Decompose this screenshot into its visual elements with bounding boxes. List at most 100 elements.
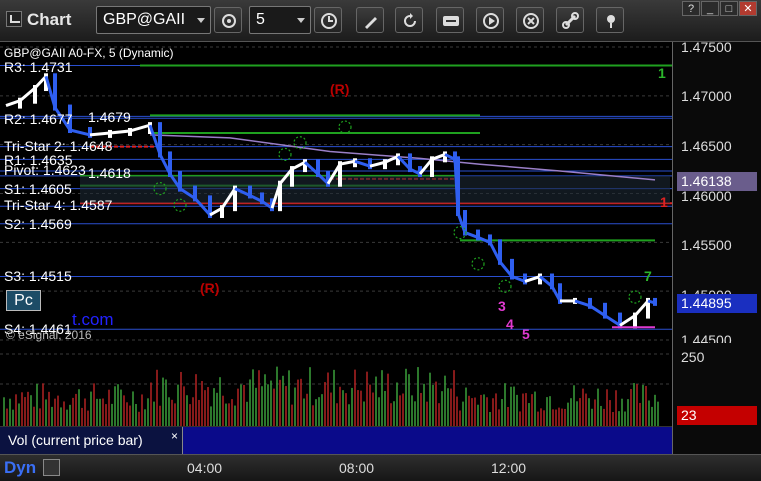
price-candle [168,151,172,177]
get-button[interactable] [436,7,464,33]
count-label: 3 [498,298,506,314]
pivot-level-label: Tri-Star 4: 1.4587 [4,197,113,214]
link-button[interactable] [556,7,584,33]
price-chart[interactable]: GBP@GAII A0-FX, 5 (Dynamic) R3: 1.4731 R2… [0,42,672,343]
price-bar [339,159,356,166]
time-template-button[interactable] [314,7,342,33]
count-label: 5 [522,326,530,342]
edge-marker: 1 [660,194,668,210]
price-candle [653,297,657,306]
pivot-level-label: S1: 1.4605 [4,180,72,197]
interval-value: 5 [256,11,265,28]
symbol-input[interactable]: GBP@GAII [96,6,211,34]
symbol-value: GBP@GAII [103,11,186,28]
price-bar [19,86,36,102]
price-candle [368,158,372,170]
app-title: Chart [6,10,71,30]
maximize-button[interactable]: □ [720,1,738,16]
price-axis[interactable]: 1.47500 1.47000 1.46500 1.46000 1.45500 … [672,39,761,348]
price-tick: 1.47500 [681,39,732,55]
pc-button[interactable]: Pc [6,290,41,311]
price-tick: 1.45500 [681,237,732,253]
volume-tick: 250 [681,349,705,365]
refresh-button[interactable] [395,7,423,33]
price-candle [278,180,282,212]
price-bar [589,304,606,317]
pivot-level-label: S2: 1.4569 [4,215,72,232]
minimize-button[interactable]: _ [701,1,719,16]
close-button[interactable]: ✕ [739,1,757,16]
time-tick: 12:00 [491,460,527,476]
pivot-level-label: 1.4679 [88,109,131,126]
last-price-tag: 1.44895 [677,294,757,313]
volume-study-label: Vol (current price bar) [8,432,143,448]
pivot-level-label: R3: 1.4731 [4,58,73,75]
help-button[interactable]: ? [682,1,700,16]
chevron-down-icon[interactable] [297,18,305,23]
link-icon [562,12,579,29]
close-icon[interactable]: × [171,429,178,443]
copyright-text: © eSignal, 2016 [6,328,92,342]
time-tick: 04:00 [187,460,223,476]
time-axis[interactable]: Dyn 04:00 08:00 12:00 [0,454,761,481]
price-bar [89,131,111,137]
pivot-level-label: Tri-Star 2: 1.4648 [4,137,113,154]
price-candle [53,73,57,111]
price-tick: 1.47000 [681,88,732,104]
price-bar [354,159,371,168]
gear-icon [222,14,236,28]
interval-input[interactable]: 5 [249,6,311,34]
toolbar: Chart GBP@GAII 5 ? _ □ ✕ [0,0,761,42]
watermark-text: t.com [72,310,114,329]
symbol-settings-button[interactable] [214,7,242,33]
pin-icon [607,15,615,28]
ma-price-tag: 1.46138 [677,172,757,191]
chart-app-icon [6,11,22,27]
volume-axis[interactable]: 250 23 [672,343,761,454]
price-bar [604,314,621,327]
price-candle [456,156,460,217]
value-area-band [80,175,670,204]
draw-tool-button[interactable] [356,7,384,33]
reversal-marker: (R) [200,280,220,296]
reversal-marker: (R) [330,81,350,97]
price-bar [109,129,131,135]
replay-button[interactable] [476,7,504,33]
price-bar [69,128,91,137]
edge-marker: 7 [644,268,652,284]
volume-panel[interactable] [0,346,672,426]
pivot-level-label: Pivot: 1.4623 [4,162,86,179]
sequential-count-mark [628,290,642,304]
price-candle [523,273,527,285]
sequential-count-mark [338,120,352,134]
count-label: 4 [506,316,514,332]
sequential-count-mark [498,279,512,293]
price-candle [498,239,502,265]
pivot-level-label: R2: 1.4677 [4,111,73,128]
pencil-icon [365,17,377,29]
price-bar [619,314,636,327]
app-title-text: Chart [27,10,72,29]
price-bar [524,275,541,283]
dynamic-mode-label[interactable]: Dyn [4,458,36,478]
time-tick: 08:00 [339,460,375,476]
pivot-level-label: 1.4618 [88,164,131,181]
moving-average-line [149,134,656,181]
chevron-down-icon[interactable] [197,18,205,23]
refresh-icon [404,13,416,27]
sequential-count-mark [471,257,485,271]
clear-button[interactable] [516,7,544,33]
lock-icon[interactable] [43,459,60,476]
price-candle [158,122,162,158]
price-candle [443,151,447,163]
sequential-count-mark [278,147,292,162]
close-circle-icon [523,13,539,29]
price-bar [5,99,21,108]
pivot-level-label: S3: 1.4515 [4,267,72,284]
pin-button[interactable] [596,7,624,33]
get-icon [443,16,459,26]
clock-icon [321,13,337,29]
volume-canvas[interactable] [0,346,672,426]
volume-study-strip: Vol (current price bar) × [0,426,672,454]
volume-study-tab[interactable]: Vol (current price bar) × [0,427,183,454]
